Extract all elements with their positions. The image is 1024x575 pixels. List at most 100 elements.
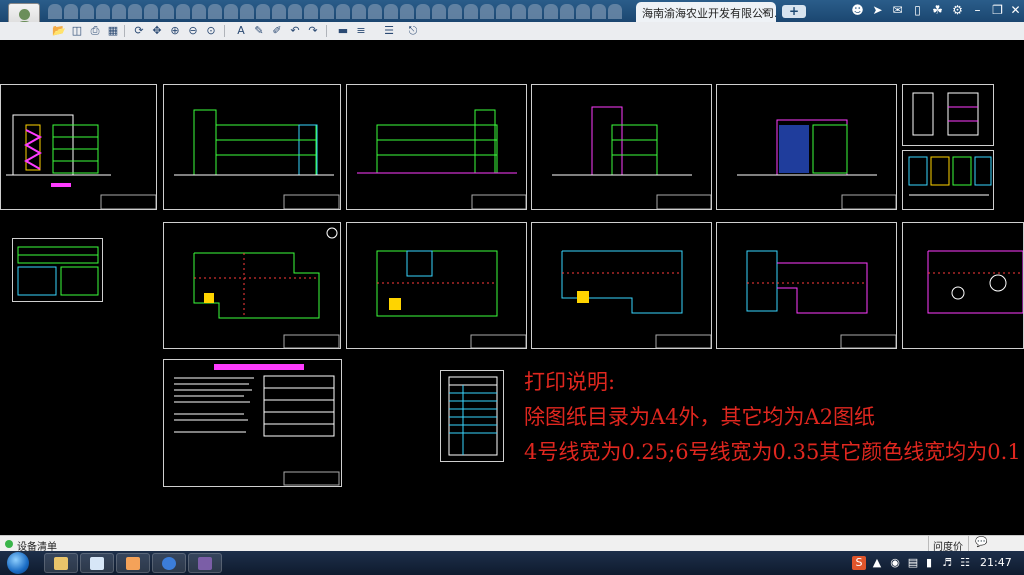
input-method-icon[interactable]: S	[852, 556, 866, 570]
minimize-icon[interactable]: –	[970, 3, 985, 18]
close-window-icon[interactable]: ✕	[1008, 3, 1023, 18]
layer-icon[interactable]: ▬	[336, 24, 350, 38]
export-icon[interactable]: ⎋	[406, 24, 420, 38]
restore-icon[interactable]: ❐	[990, 3, 1005, 18]
browser-tab[interactable]	[496, 4, 510, 19]
browser-tab[interactable]	[560, 4, 574, 19]
browser-tab[interactable]	[48, 4, 62, 19]
drawing-sheet[interactable]	[346, 222, 527, 349]
drawing-sheet[interactable]	[716, 84, 897, 210]
browser-tab[interactable]	[176, 4, 190, 19]
undo-icon[interactable]: ↶	[288, 24, 302, 38]
browser-tab[interactable]	[448, 4, 462, 19]
browser-tab[interactable]	[64, 4, 78, 19]
browser-tab[interactable]	[608, 4, 622, 19]
browser-tab[interactable]	[464, 4, 478, 19]
linetype-icon[interactable]: ≡	[354, 24, 368, 38]
users-icon[interactable]: ☻	[850, 3, 865, 18]
browser-tab[interactable]	[192, 4, 206, 19]
drawing-sheet[interactable]	[163, 359, 342, 487]
browser-tab[interactable]	[544, 4, 558, 19]
browser-tab[interactable]	[256, 4, 270, 19]
volume-icon[interactable]: ♬	[940, 556, 954, 570]
shirt-icon[interactable]: ☘	[930, 3, 945, 18]
active-browser-tab[interactable]: 海南渝海农业开发有限公司... ×	[636, 2, 776, 22]
browser-tab[interactable]	[384, 4, 398, 19]
taskbar-app-books[interactable]	[188, 553, 222, 573]
taskbar-app-qq[interactable]	[80, 553, 114, 573]
toolbar-separator	[224, 25, 225, 37]
chat-bubble-icon[interactable]: 💬	[968, 536, 993, 552]
browser-tab[interactable]	[112, 4, 126, 19]
pen-icon[interactable]: ✎	[252, 24, 266, 38]
rotate-icon[interactable]: ⟳	[132, 24, 146, 38]
marker-icon[interactable]: ✐	[270, 24, 284, 38]
app-tray-icon[interactable]: ◉	[888, 556, 902, 570]
drawing-sheet[interactable]	[716, 222, 897, 349]
drawing-sheet[interactable]	[531, 84, 712, 210]
browser-tab[interactable]	[576, 4, 590, 19]
drawing-sheet[interactable]	[12, 238, 103, 302]
browser-tab[interactable]	[368, 4, 382, 19]
print-icon[interactable]: ⎙	[88, 24, 102, 38]
browser-tab[interactable]	[240, 4, 254, 19]
taskbar-app-explorer[interactable]	[44, 553, 78, 573]
browser-tab[interactable]	[304, 4, 318, 19]
browser-tab[interactable]	[592, 4, 606, 19]
close-tab-icon[interactable]: ×	[761, 5, 770, 18]
browser-tab[interactable]	[128, 4, 142, 19]
browser-tab[interactable]	[400, 4, 414, 19]
browser-tab[interactable]	[352, 4, 366, 19]
battery-icon[interactable]: ▮	[922, 556, 936, 570]
tray-expand-icon[interactable]: ▲	[870, 556, 884, 570]
browser-tab[interactable]	[416, 4, 430, 19]
chat-icon[interactable]: ✉	[890, 3, 905, 18]
drawing-sheet[interactable]	[346, 84, 527, 210]
drawing-sheet[interactable]	[902, 84, 994, 146]
start-button[interactable]	[4, 551, 32, 575]
zoom-out-icon[interactable]: ⊖	[186, 24, 200, 38]
browser-tab[interactable]	[320, 4, 334, 19]
help-label[interactable]: 问度价	[928, 536, 967, 553]
browser-tab[interactable]	[528, 4, 542, 19]
folder-icon	[54, 557, 68, 570]
new-tab-button[interactable]: +	[782, 5, 806, 18]
layers-stack-icon[interactable]: ☰	[382, 24, 396, 38]
network-icon[interactable]: ▤	[906, 556, 920, 570]
drawing-canvas[interactable]: 打印说明: 除图纸目录为A4外，其它均为A2图纸 4号线宽为0.25;6号线宽为…	[0, 40, 1024, 535]
browser-tab[interactable]	[288, 4, 302, 19]
taskbar-app-viewer[interactable]	[152, 553, 186, 573]
taskbar-clock[interactable]: 21:47	[980, 556, 1012, 569]
open-icon[interactable]: 📂	[52, 24, 66, 38]
drawing-sheet[interactable]	[902, 150, 994, 210]
pan-icon[interactable]: ✥	[150, 24, 164, 38]
share-icon[interactable]: ➤	[870, 3, 885, 18]
browser-tab[interactable]	[512, 4, 526, 19]
browser-tab[interactable]	[336, 4, 350, 19]
phone-icon[interactable]: ▯	[910, 3, 925, 18]
browser-tab[interactable]	[480, 4, 494, 19]
text-icon[interactable]: A	[234, 24, 248, 38]
zoom-in-icon[interactable]: ⊕	[168, 24, 182, 38]
drawing-sheet[interactable]	[440, 370, 504, 462]
drawing-sheet[interactable]	[0, 84, 157, 210]
signal-icon[interactable]: ☷	[958, 556, 972, 570]
browser-tab[interactable]	[272, 4, 286, 19]
browser-tab[interactable]	[432, 4, 446, 19]
browser-tab[interactable]	[96, 4, 110, 19]
save-icon[interactable]: ◫	[70, 24, 84, 38]
drawing-sheet[interactable]	[163, 84, 341, 210]
redo-icon[interactable]: ↷	[306, 24, 320, 38]
browser-tab[interactable]	[80, 4, 94, 19]
browser-tab[interactable]	[160, 4, 174, 19]
drawing-sheet[interactable]	[531, 222, 712, 349]
drawing-sheet[interactable]	[902, 222, 1024, 349]
taskbar-app-images[interactable]	[116, 553, 150, 573]
pdf-icon[interactable]: ▦	[106, 24, 120, 38]
zoom-fit-icon[interactable]: ⊙	[204, 24, 218, 38]
browser-tab[interactable]	[224, 4, 238, 19]
settings-icon[interactable]: ⚙	[950, 3, 965, 18]
browser-tab[interactable]	[144, 4, 158, 19]
drawing-sheet[interactable]	[163, 222, 341, 349]
browser-tab[interactable]	[208, 4, 222, 19]
